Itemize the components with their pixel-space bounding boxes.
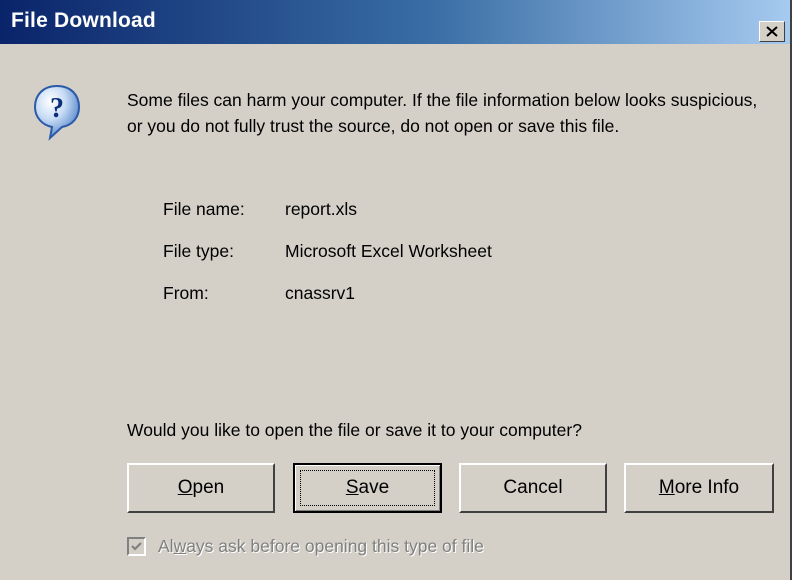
title-bar[interactable]: File Download xyxy=(0,0,790,44)
svg-text:?: ? xyxy=(50,93,64,124)
more-info-button-label: More Info xyxy=(658,477,740,498)
checkmark-icon xyxy=(131,541,142,551)
save-button[interactable]: Save xyxy=(293,463,442,513)
file-type-value: Microsoft Excel Worksheet xyxy=(285,241,492,261)
more-info-button[interactable]: More Info xyxy=(624,463,774,513)
file-name-value: report.xls xyxy=(285,199,357,219)
file-type-label: File type: xyxy=(163,241,234,261)
always-ask-checkbox[interactable] xyxy=(127,536,146,556)
cancel-button[interactable]: Cancel xyxy=(459,463,607,513)
always-ask-option[interactable]: Always ask before opening this type of f… xyxy=(127,533,484,559)
warning-message: Some files can harm your computer. If th… xyxy=(127,90,758,136)
question-help-icon: ? xyxy=(32,83,82,141)
file-from-value: cnassrv1 xyxy=(285,283,356,303)
window-title: File Download xyxy=(11,9,156,32)
open-button[interactable]: Open xyxy=(127,463,275,513)
close-icon xyxy=(766,26,778,37)
file-download-dialog: File Download ? Some files can harm your… xyxy=(0,0,792,580)
open-button-label: Open xyxy=(177,477,225,498)
close-button[interactable] xyxy=(759,21,785,42)
cancel-button-label: Cancel xyxy=(503,477,563,498)
focus-rectangle xyxy=(300,470,435,506)
always-ask-label: Always ask before opening this type of f… xyxy=(158,535,484,556)
download-question: Would you like to open the file or save … xyxy=(127,420,582,440)
file-from-label: From: xyxy=(163,283,209,303)
file-name-label: File name: xyxy=(163,199,245,219)
